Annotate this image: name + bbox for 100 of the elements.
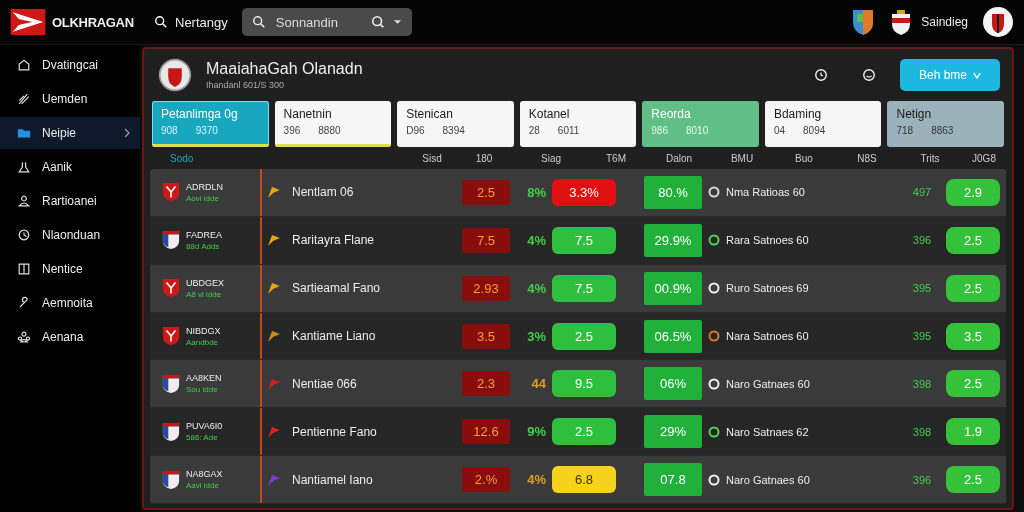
team-subtitle: Aavi idde bbox=[186, 481, 220, 491]
change-value: 4% bbox=[526, 232, 547, 248]
odds-badge[interactable]: 2.5 bbox=[552, 322, 616, 350]
search-icon bbox=[154, 15, 168, 29]
team-name: UBDGEX bbox=[186, 277, 224, 288]
odds-badge[interactable]: 3.5 bbox=[462, 323, 510, 349]
column-header: Siag bbox=[540, 152, 562, 164]
player-name: Raritayra Flane bbox=[292, 233, 375, 248]
sidebar-item[interactable]: Rartioanei bbox=[0, 185, 140, 217]
percent-badge[interactable]: 06% bbox=[644, 367, 702, 401]
odds-badge[interactable]: 7.5 bbox=[552, 226, 616, 254]
percent-badge[interactable]: 29% bbox=[644, 415, 702, 449]
flask-icon bbox=[16, 159, 32, 175]
team-name: NIBDGX bbox=[186, 325, 221, 336]
player-name: Nentlam 06 bbox=[292, 185, 354, 200]
team-name: PUVA6I0 bbox=[186, 421, 223, 432]
odds-badge[interactable]: 6.8 bbox=[552, 466, 616, 494]
odds-pill[interactable]: 1.9 bbox=[946, 418, 1000, 446]
sidebar-item[interactable]: Aanik bbox=[0, 151, 140, 183]
team-subtitle: 586: Ade bbox=[186, 433, 219, 443]
odds-badge[interactable]: 2.5 bbox=[462, 179, 510, 205]
odds-pill[interactable]: 2.9 bbox=[946, 178, 1000, 206]
column-header: Sodo bbox=[169, 152, 195, 164]
search-icon[interactable] bbox=[370, 15, 385, 29]
odds-pill[interactable]: 2.5 bbox=[946, 370, 1000, 398]
clock-icon bbox=[16, 227, 32, 243]
odds-badge[interactable]: 7.5 bbox=[462, 227, 510, 253]
odds-badge[interactable]: 9.5 bbox=[552, 370, 616, 398]
count-value: 398 bbox=[911, 425, 933, 438]
change-value: 9% bbox=[526, 424, 547, 440]
caret-icon[interactable] bbox=[392, 19, 402, 25]
count-value: 395 bbox=[911, 330, 933, 342]
column-header: 180 bbox=[474, 152, 494, 164]
column-header: N8S bbox=[856, 152, 878, 164]
people-icon bbox=[16, 329, 32, 345]
column-header: Sisd bbox=[421, 152, 443, 164]
count-value: 396 bbox=[911, 473, 933, 486]
caret-icon bbox=[973, 71, 981, 79]
stat-tab[interactable]: Stenican D96 8394 bbox=[397, 101, 514, 147]
market-name: Ruro Satnoes 69 bbox=[726, 282, 809, 295]
percent-badge[interactable]: 00.9% bbox=[644, 271, 702, 305]
search-bar[interactable]: Sonnandin bbox=[241, 8, 412, 36]
brand-name: OLKHRAGAN bbox=[52, 14, 134, 30]
search-link[interactable]: Nertangy bbox=[154, 14, 228, 30]
avatar[interactable] bbox=[982, 6, 1014, 38]
odds-pill[interactable]: 2.5 bbox=[946, 274, 1000, 302]
odds-badge[interactable]: 2.93 bbox=[462, 275, 510, 301]
stat-tab[interactable]: Kotanel 28 6011 bbox=[519, 101, 637, 147]
chevron-icon bbox=[124, 128, 130, 138]
change-value: 8% bbox=[526, 184, 547, 200]
team-name: FADREA bbox=[186, 229, 222, 240]
sidebar-item[interactable]: Dvatingcai bbox=[0, 49, 140, 81]
odds-pill[interactable]: 2.5 bbox=[946, 226, 1000, 254]
percent-badge[interactable]: 07.8 bbox=[644, 463, 702, 497]
team-subtitle: Aovi idde bbox=[186, 193, 220, 203]
user-name[interactable]: Saindieg bbox=[921, 15, 968, 29]
change-value: 4% bbox=[526, 280, 547, 296]
sidebar-item[interactable]: Neipie bbox=[0, 117, 140, 149]
odds-pill[interactable]: 3.5 bbox=[946, 322, 1000, 350]
team-subtitle: Aandbde bbox=[186, 337, 220, 347]
search-icon bbox=[251, 15, 266, 29]
odds-badge[interactable]: 12.6 bbox=[462, 419, 510, 445]
crest-icon bbox=[158, 58, 192, 92]
market-name: Nma Ratioas 60 bbox=[726, 186, 805, 199]
logo-icon bbox=[10, 9, 46, 35]
odds-badge[interactable]: 2.% bbox=[462, 467, 510, 493]
count-value: 497 bbox=[911, 186, 933, 199]
stat-tab[interactable]: Petanlimga 0g 908 9370 bbox=[152, 101, 269, 147]
percent-badge[interactable]: 80.% bbox=[644, 175, 702, 209]
column-header: Buo bbox=[794, 152, 814, 164]
sidebar-item[interactable]: Nlaonduan bbox=[0, 219, 140, 251]
column-header: BMU bbox=[729, 152, 755, 164]
odds-pill[interactable]: 2.5 bbox=[946, 466, 1000, 494]
sidebar-item[interactable]: Uemden bbox=[0, 83, 140, 115]
sidebar-item[interactable]: Aenana bbox=[0, 321, 140, 353]
market-name: Nara Satnoes 60 bbox=[726, 330, 809, 342]
count-value: 395 bbox=[911, 282, 933, 295]
odds-badge[interactable]: 2.3 bbox=[462, 371, 510, 397]
odds-badge[interactable]: 7.5 bbox=[552, 274, 616, 302]
player-name: Sartieamal Fano bbox=[292, 281, 381, 296]
stat-tab[interactable]: Nanetnin 396 8880 bbox=[274, 101, 392, 147]
odds-badge[interactable]: 2.5 bbox=[552, 418, 616, 446]
sidebar-item[interactable]: Aemnoita bbox=[0, 287, 140, 319]
count-value: 396 bbox=[911, 234, 933, 247]
odds-badge[interactable]: 3.3% bbox=[552, 178, 616, 206]
sidebar-item[interactable]: Nentice bbox=[0, 253, 140, 285]
clock-icon[interactable] bbox=[814, 68, 828, 82]
stat-tab[interactable]: Bdaming 04 8094 bbox=[764, 101, 882, 147]
team-subtitle: A8 vi idde bbox=[186, 289, 223, 299]
percent-badge[interactable]: 06.5% bbox=[644, 319, 702, 353]
market-name: Rara Satnoes 60 bbox=[726, 234, 809, 247]
shield-icon[interactable] bbox=[851, 8, 876, 36]
player-name: Kantiame Liano bbox=[292, 329, 376, 343]
smiley-icon[interactable] bbox=[862, 68, 876, 82]
percent-badge[interactable]: 29.9% bbox=[644, 223, 702, 257]
search-field[interactable]: Sonnandin bbox=[273, 13, 363, 31]
player-name: Pentienne Fano bbox=[292, 424, 377, 439]
team-name: ADRDLN bbox=[186, 181, 223, 192]
column-header: Trits bbox=[919, 152, 941, 164]
stat-tab[interactable]: Netign 718 8863 bbox=[887, 101, 1005, 147]
